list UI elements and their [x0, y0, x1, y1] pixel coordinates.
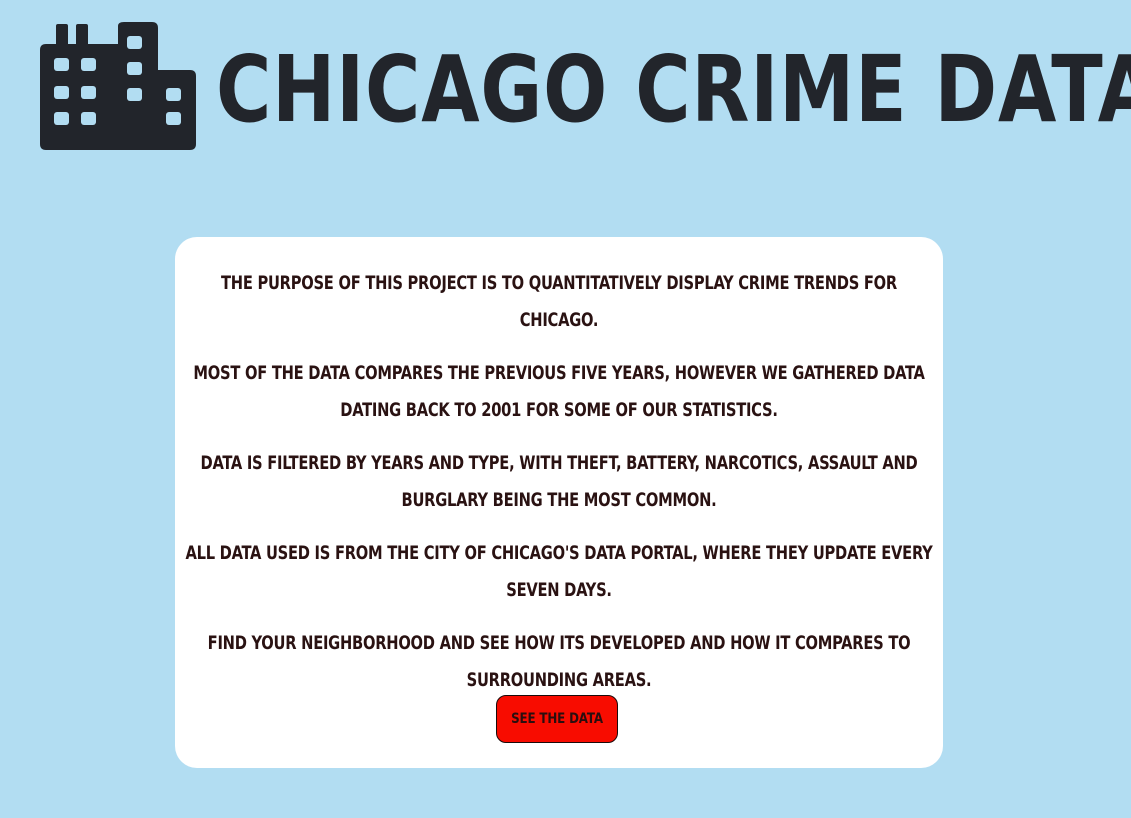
intro-paragraph-source: All data used is from the City of Chicag… [185, 542, 933, 601]
intro-paragraph-filters: Data is filtered by years and type, with… [200, 452, 918, 511]
see-the-data-button[interactable]: SEE THE DATA [496, 695, 618, 743]
page: CHICAGO CRIME DATA The purpose of this p… [0, 0, 1131, 818]
intro-card: The purpose of this project is to quanti… [175, 237, 943, 768]
site-header: CHICAGO CRIME DATA [40, 22, 1131, 150]
intro-paragraph-timeframe: Most of the data compares the previous f… [193, 362, 925, 421]
page-title: CHICAGO CRIME DATA [216, 36, 1131, 143]
intro-paragraph-neighborhood: Find your neighborhood and see how its d… [207, 632, 911, 691]
intro-paragraph-purpose: The purpose of this project is to quanti… [221, 272, 897, 331]
see-the-data-label: SEE THE DATA [511, 711, 603, 727]
building-icon [40, 22, 196, 150]
intro-text: The purpose of this project is to quanti… [181, 265, 938, 699]
